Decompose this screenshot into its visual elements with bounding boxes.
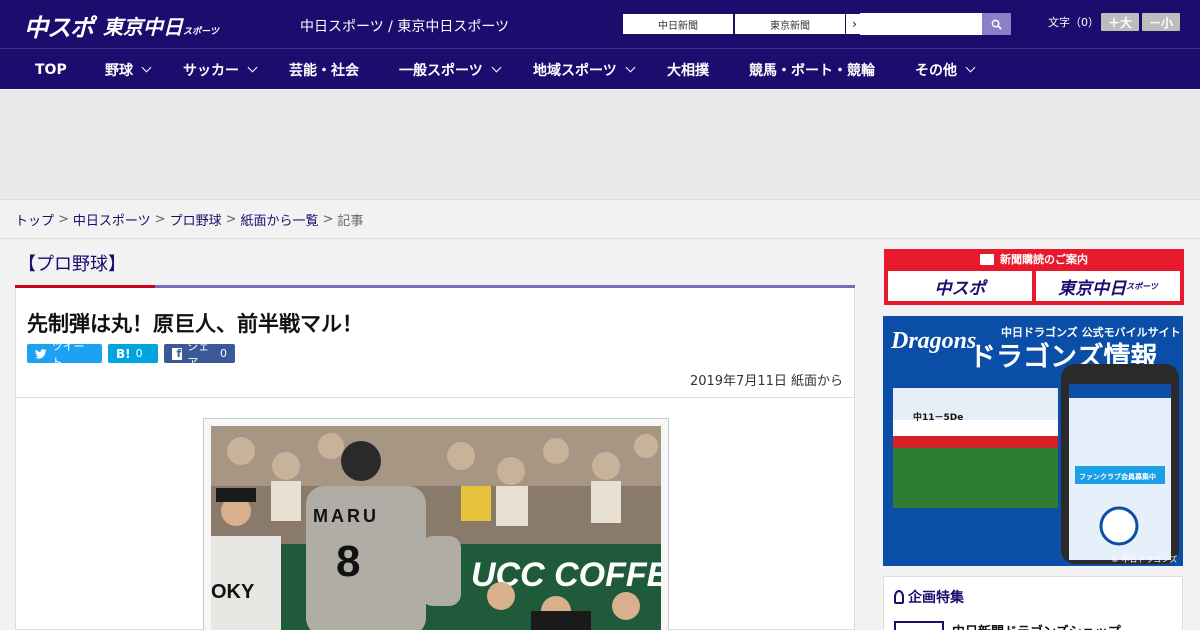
- article-photo[interactable]: UCC COFFEE OKY MARU 8: [211, 426, 661, 630]
- baseball-photo-illustration: UCC COFFEE OKY MARU 8: [211, 426, 661, 630]
- chest-lettering: OKY: [211, 581, 255, 603]
- chevron-down-icon: [247, 62, 258, 73]
- nav-label: サッカー: [183, 62, 239, 79]
- share-buttons: ツイート B! 0 f シェア 0: [27, 340, 235, 369]
- tweet-label: ツイート: [51, 339, 85, 369]
- article-date: 2019年7月11日 紙面から: [689, 374, 843, 389]
- ad-banner-area: [0, 90, 1200, 200]
- hatena-b-icon: B!: [116, 346, 131, 361]
- article-category[interactable]: 【プロ野球】: [18, 250, 126, 276]
- chevron-down-icon: [625, 62, 636, 73]
- tweet-button[interactable]: ツイート: [27, 340, 102, 369]
- nav-item-baseball[interactable]: 野球: [105, 49, 152, 90]
- dragons-promo-illustration: Dragons 中日ドラゴンズ 公式モバイルサイト ドラゴンズ情報 中11－5D…: [883, 316, 1183, 566]
- subscription-banner[interactable]: 新聞購読のご案内 中スポ 東京中日 スポーツ: [884, 249, 1184, 305]
- score-line: 中11－5De: [913, 411, 963, 423]
- main-nav: TOP 野球 サッカー 芸能・社会 一般スポーツ 地域スポーツ 大相撲 競馬・ボ…: [0, 48, 1200, 89]
- facebook-count: 0: [220, 347, 227, 360]
- subscription-tokyo-chunichi-label: 東京中日: [1058, 278, 1127, 299]
- breadcrumb-pro-baseball[interactable]: プロ野球: [170, 210, 222, 229]
- facebook-share-label: シェア: [187, 339, 210, 369]
- facebook-f-icon: f: [172, 347, 183, 360]
- nav-label: 地域スポーツ: [533, 62, 617, 79]
- site-logo[interactable]: 中スポ 東京中日スポーツ: [24, 10, 219, 42]
- article-header-card: 先制弾は丸！原巨人、前半戦マル！ ツイート B! 0 f シェア 0 2019年…: [15, 288, 855, 398]
- search-icon: [991, 19, 1002, 30]
- nav-label: 野球: [105, 62, 133, 79]
- search-input[interactable]: [860, 13, 982, 35]
- facebook-share-button[interactable]: f シェア 0: [164, 340, 235, 369]
- breadcrumb-separator: >: [58, 212, 69, 227]
- jersey-name: MARU: [313, 506, 379, 526]
- nav-label: TOP: [35, 61, 67, 78]
- nav-item-general-sports[interactable]: 一般スポーツ: [399, 49, 502, 90]
- feature-box: 企画特集 中日新聞ドラゴンズショップ: [883, 576, 1183, 630]
- breadcrumb: トップ > 中日スポーツ > プロ野球 > 紙面から一覧 > 記事: [0, 201, 1200, 239]
- breadcrumb-separator: >: [322, 212, 334, 227]
- promo-copyright: © 中日ドラゴンズ: [1111, 554, 1177, 564]
- nav-label: その他: [915, 62, 957, 79]
- dragons-brand: Dragons: [890, 328, 976, 354]
- subscription-title-text: 新聞購読のご案内: [1000, 253, 1088, 266]
- search-button[interactable]: [982, 13, 1011, 35]
- nav-item-other[interactable]: その他: [915, 49, 976, 90]
- twitter-bird-icon: [35, 348, 47, 359]
- feature-title-text: 企画特集: [908, 590, 964, 606]
- chunichi-shimbun-link[interactable]: 中日新聞 ›: [622, 13, 752, 35]
- feature-title: 企画特集: [894, 587, 964, 607]
- article-headline: 先制弾は丸！原巨人、前半戦マル！: [27, 312, 363, 336]
- subscription-chuspo[interactable]: 中スポ: [888, 271, 1032, 301]
- breadcrumb-separator: >: [154, 212, 166, 227]
- feature-item-dragons-shop[interactable]: 中日新聞ドラゴンズショップ: [952, 621, 1121, 630]
- breadcrumb-paper-list[interactable]: 紙面から一覧: [241, 210, 319, 229]
- jersey-number: 8: [336, 537, 360, 586]
- nav-item-racing[interactable]: 競馬・ボート・競輪: [749, 49, 875, 90]
- chevron-down-icon: [141, 62, 152, 73]
- nav-label: 芸能・社会: [289, 62, 359, 79]
- nav-item-soccer[interactable]: サッカー: [183, 49, 258, 90]
- article-photo-area: UCC COFFEE OKY MARU 8: [15, 398, 855, 630]
- subscription-tokyo-chunichi-small: スポーツ: [1126, 281, 1158, 291]
- breadcrumb-chunichi-sports[interactable]: 中日スポーツ: [73, 210, 151, 229]
- logo-tokyo-chunichi: 東京中日スポーツ: [103, 14, 219, 39]
- ext-link-label: 東京新聞: [770, 20, 810, 32]
- ribbon-icon: [894, 590, 904, 604]
- photo-frame: UCC COFFEE OKY MARU 8: [203, 418, 669, 630]
- promo-tagline: 中日ドラゴンズ 公式モバイルサイト: [1001, 325, 1181, 339]
- dragons-promo-banner[interactable]: Dragons 中日ドラゴンズ 公式モバイルサイト ドラゴンズ情報 中11－5D…: [883, 316, 1183, 566]
- font-bigger-button[interactable]: ＋大: [1101, 13, 1139, 31]
- top-header: 中スポ 東京中日スポーツ 中日スポーツ / 東京中日スポーツ 中日新聞 › 東京…: [0, 0, 1200, 48]
- hatena-bookmark-button[interactable]: B! 0: [108, 344, 158, 363]
- tokyo-shimbun-link[interactable]: 東京新聞 ›: [734, 13, 864, 35]
- font-size-label: 文字（0）: [1048, 16, 1099, 29]
- site-links[interactable]: 中日スポーツ / 東京中日スポーツ: [300, 16, 509, 36]
- hatena-count: 0: [135, 347, 143, 360]
- nav-item-sumo[interactable]: 大相撲: [667, 49, 709, 90]
- chevron-down-icon: [965, 62, 976, 73]
- subscription-title: 新聞購読のご案内: [884, 249, 1184, 269]
- phone-banner: ファンクラブ会員募集中: [1079, 472, 1156, 481]
- nav-label: 一般スポーツ: [399, 62, 483, 79]
- subscription-tokyo-chunichi[interactable]: 東京中日 スポーツ: [1036, 271, 1180, 301]
- nav-label: 競馬・ボート・競輪: [749, 62, 875, 79]
- nav-item-top[interactable]: TOP: [35, 49, 67, 90]
- font-smaller-button[interactable]: －小: [1142, 13, 1180, 31]
- chevron-down-icon: [491, 62, 502, 73]
- nav-item-entertainment[interactable]: 芸能・社会: [289, 49, 359, 90]
- breadcrumb-top[interactable]: トップ: [15, 210, 54, 229]
- logo-chuspo: 中スポ: [24, 13, 94, 42]
- nav-item-local-sports[interactable]: 地域スポーツ: [533, 49, 636, 90]
- breadcrumb-separator: >: [225, 212, 237, 227]
- ext-link-label: 中日新聞: [658, 20, 698, 32]
- feature-thumb[interactable]: [894, 621, 944, 630]
- newspaper-icon: [980, 253, 994, 265]
- breadcrumb-current: 記事: [337, 214, 364, 229]
- nav-label: 大相撲: [667, 62, 709, 79]
